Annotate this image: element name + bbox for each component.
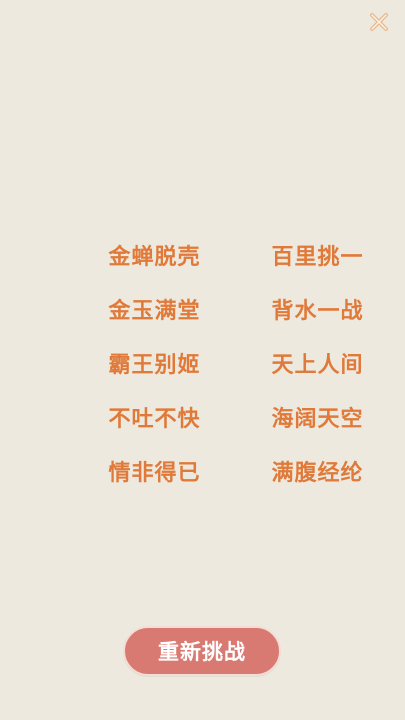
idiom-item: 天上人间 [271,353,364,378]
retry-button-label: 重新挑战 [158,640,246,664]
idiom-item: 满腹经纶 [271,461,364,486]
idiom-item: 金玉满堂 [108,299,201,324]
idiom-item: 霸王别姬 [108,353,201,378]
idiom-item: 海阔天空 [271,407,364,432]
retry-button[interactable]: 重新挑战 [123,626,281,676]
close-button[interactable] [367,12,391,36]
idiom-item: 背水一战 [271,299,364,324]
idiom-item: 不吐不快 [108,407,201,432]
idiom-list: 金蝉脱壳 百里挑一 金玉满堂 背水一战 霸王别姬 天上人间 不吐不快 海阔天空 … [0,238,405,508]
close-icon [368,11,390,37]
idiom-item: 金蝉脱壳 [108,245,201,270]
idiom-item: 百里挑一 [271,245,364,270]
idiom-item: 情非得已 [108,461,201,486]
